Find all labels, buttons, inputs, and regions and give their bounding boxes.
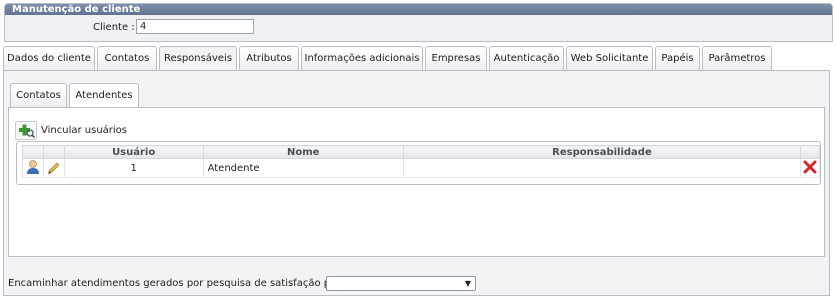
tab-empresas[interactable]: Empresas — [425, 46, 487, 70]
tab-contatos[interactable]: Contatos — [97, 46, 157, 70]
tab-dados-do-cliente[interactable]: Dados do cliente — [3, 46, 95, 70]
table-row: 1 Atendente — [22, 158, 820, 178]
edit-pencil-icon — [47, 162, 60, 174]
header-spacer — [22, 145, 44, 159]
client-input[interactable]: 4 — [136, 19, 254, 34]
tab-informacoes-adicionais[interactable]: Informações adicionais — [301, 46, 423, 70]
client-maintenance-panel: Manutenção de cliente Cliente : 4 — [4, 3, 833, 42]
column-nome: Nome — [202, 145, 404, 159]
add-user-button[interactable] — [15, 121, 37, 140]
tab-parametros[interactable]: Parâmetros — [702, 46, 772, 70]
dropdown-arrow-icon: ▼ — [464, 279, 471, 288]
add-user-icon — [19, 124, 36, 139]
panel-title: Manutenção de cliente — [5, 4, 832, 15]
tab-responsaveis[interactable]: Responsáveis — [159, 46, 237, 72]
user-icon-cell[interactable] — [22, 158, 44, 178]
column-usuario: Usuário — [63, 145, 204, 159]
atendentes-table: Usuário Nome Responsabilidade 1 Atendent… — [22, 145, 820, 178]
panel-body: Cliente : 4 — [5, 15, 832, 41]
header-spacer — [800, 145, 820, 159]
header-spacer — [42, 145, 65, 159]
subtab-contatos[interactable]: Contatos — [10, 83, 67, 108]
atendentes-grid: Usuário Nome Responsabilidade 1 Atendent… — [16, 141, 821, 185]
vincular-usuarios-link[interactable]: Vincular usuários — [41, 125, 127, 136]
subtab-atendentes[interactable]: Atendentes — [69, 83, 139, 109]
delete-row-button[interactable] — [800, 158, 820, 178]
delete-icon — [803, 160, 817, 173]
client-label: Cliente : — [93, 22, 135, 33]
cell-nome: Atendente — [202, 158, 404, 178]
tab-content: Contatos Atendentes Vincular usuários Us… — [3, 70, 830, 296]
atendentes-panel: Vincular usuários Usuário Nome Responsab… — [8, 107, 825, 257]
forward-label: Encaminhar atendimentos gerados por pesq… — [8, 278, 354, 289]
tab-papeis[interactable]: Papéis — [655, 46, 700, 70]
forward-select[interactable]: ▼ — [326, 276, 476, 291]
table-header-row: Usuário Nome Responsabilidade — [22, 145, 820, 159]
cell-usuario: 1 — [63, 158, 204, 178]
cell-responsabilidade — [402, 158, 802, 178]
tab-atributos[interactable]: Atributos — [239, 46, 299, 70]
column-responsabilidade: Responsabilidade — [402, 145, 802, 159]
tab-autenticacao[interactable]: Autenticação — [489, 46, 564, 70]
edit-icon-cell[interactable] — [42, 158, 65, 178]
user-icon — [26, 160, 39, 174]
tab-web-solicitante[interactable]: Web Solicitante — [566, 46, 653, 70]
